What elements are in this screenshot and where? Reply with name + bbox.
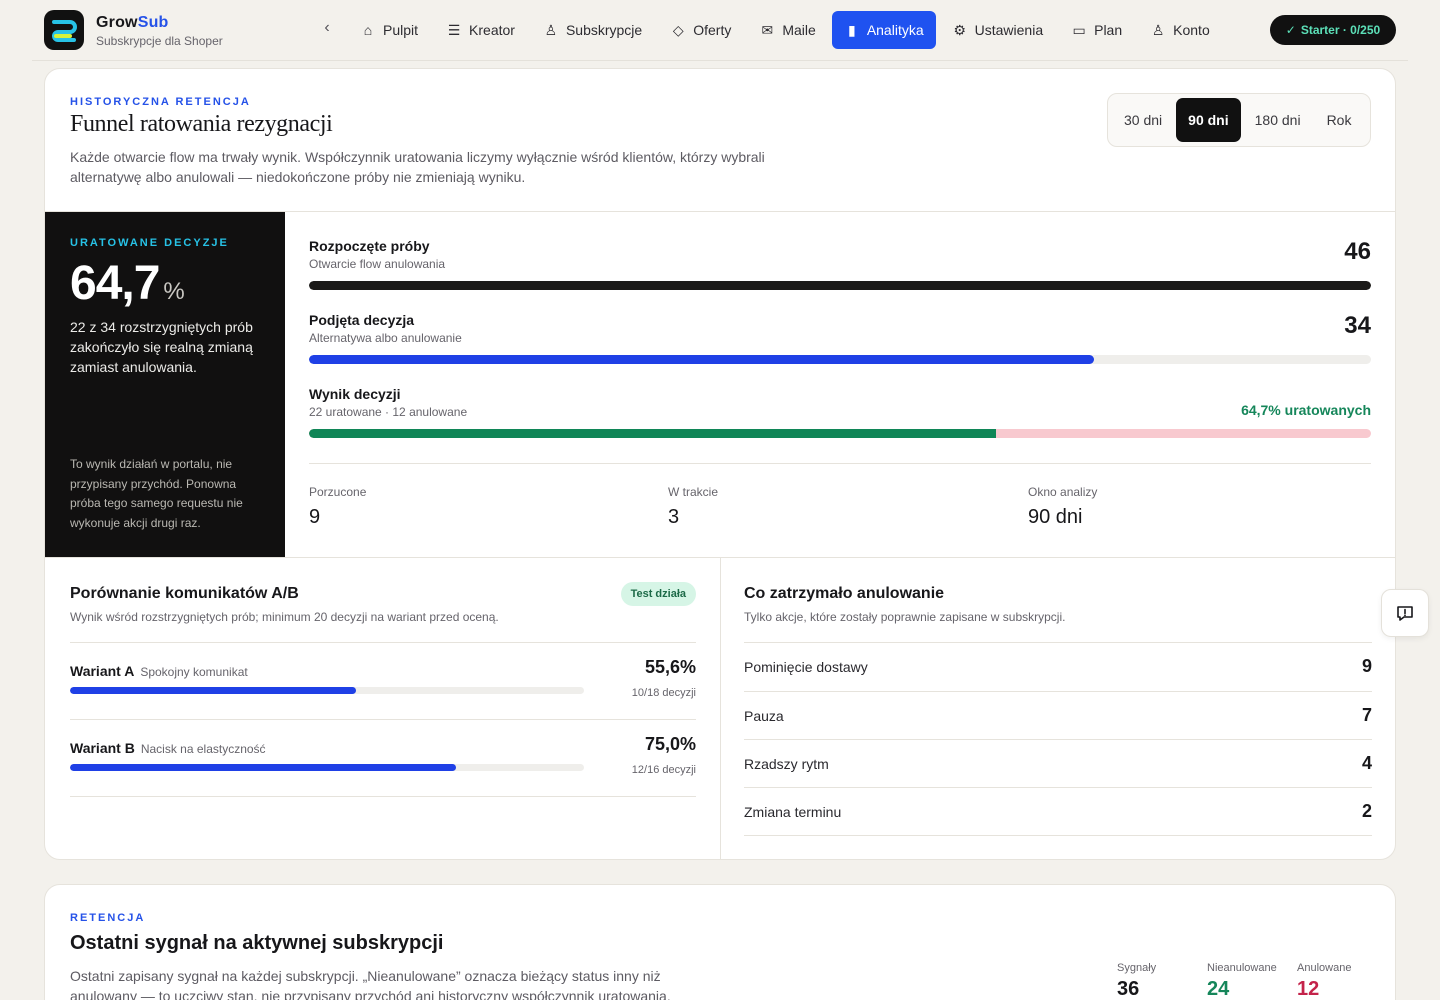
credit-card-icon: ▭	[1072, 21, 1086, 38]
stat-signals: Sygnały 36	[1117, 962, 1157, 1000]
saved-share: 64,7% uratowanych	[1241, 402, 1371, 418]
ab-title: Porównanie komunikatów A/B	[70, 585, 299, 602]
nav-divider	[32, 60, 1408, 61]
decided-count: 34	[1344, 312, 1371, 339]
message-alert-icon	[1397, 606, 1413, 621]
growsub-logo[interactable]	[44, 10, 84, 50]
nav-kreator[interactable]: ☰ Kreator	[434, 11, 527, 49]
stoppers-description: Tylko akcje, które zostały poprawnie zap…	[744, 610, 1066, 624]
collapse-chevron-icon[interactable]: ‹	[318, 18, 336, 40]
range-30-days[interactable]: 30 dni	[1112, 98, 1174, 142]
top-navigation: GrowSub Subskrypcje dla Shoper ‹ ⌂ Pulpit…	[0, 0, 1440, 61]
stoppers-title: Co zatrzymało anulowanie	[744, 585, 945, 602]
decided-bar	[309, 355, 1371, 364]
check-circle-icon: ✓	[1285, 23, 1296, 37]
funnel-step-result: Wynik decyzji 22 uratowane · 12 anulowan…	[309, 386, 1371, 446]
user-icon: ♙	[1151, 21, 1165, 38]
test-status-badge: Test działa	[620, 582, 696, 606]
divider	[70, 796, 696, 797]
funnel-step-started: Rozpoczęte próby Otwarcie flow anulowani…	[309, 238, 1371, 298]
nav-oferty[interactable]: ◇ Oferty	[658, 11, 743, 49]
range-90-days[interactable]: 90 dni	[1176, 98, 1241, 142]
bar-chart-icon: ▮	[847, 21, 856, 38]
nav-plan[interactable]: ▭ Plan	[1059, 11, 1134, 49]
started-count: 46	[1344, 238, 1371, 265]
variant-a-row[interactable]: Wariant A Spokojny komunikat 55,6% 10/18 …	[70, 643, 696, 719]
nav-subskrypcje[interactable]: ♙ Subskrypcje	[531, 11, 654, 49]
saved-rate: 64,7%	[70, 257, 185, 310]
stat-window: Okno analizy 90 dni	[1028, 485, 1098, 528]
stopper-row: Pominięcie dostawy 9	[744, 656, 1372, 676]
users-icon: ♙	[544, 21, 558, 38]
stopper-row: Pauza 7	[744, 705, 1372, 725]
stat-cancelled: Anulowane 12	[1297, 962, 1352, 1000]
nav-pulpit[interactable]: ⌂ Pulpit	[348, 11, 430, 49]
retention-eyebrow: RETENCJA	[70, 912, 146, 924]
funnel-steps: Rozpoczęte próby Otwarcie flow anulowani…	[285, 212, 1395, 557]
tag-icon: ◇	[672, 21, 684, 38]
mail-icon: ✉	[761, 21, 774, 38]
feedback-button[interactable]	[1381, 589, 1429, 637]
nav-konto[interactable]: ♙ Konto	[1138, 11, 1222, 49]
ab-description: Wynik wśród rozstrzygniętych prób; minim…	[70, 610, 499, 624]
ab-comparison: Porównanie komunikatów A/B Test działa W…	[70, 558, 696, 858]
range-180-days[interactable]: 180 dni	[1243, 98, 1313, 142]
nav-analityka[interactable]: ▮ Analityka	[831, 11, 936, 49]
gear-icon: ⚙	[953, 21, 966, 38]
main-nav: ⌂ Pulpit ☰ Kreator ♙ Subskrypcje ◇ Oferty ✉ M…	[348, 11, 1222, 49]
home-icon: ⌂	[363, 22, 373, 38]
rescue-funnel-card: HISTORYCZNA RETENCJA Funnel ratowania re…	[44, 68, 1396, 860]
brand-subtitle: Subskrypcje dla Shoper	[96, 34, 223, 48]
brand: GrowSub Subskrypcje dla Shoper	[96, 14, 223, 48]
funnel-step-decided: Podjęta decyzja Alternatywa albo anulowa…	[309, 312, 1371, 372]
stat-not-cancelled: Nieanulowane 24	[1207, 962, 1277, 1000]
variant-b-row[interactable]: Wariant B Nacisk na elastyczność 75,0% 12…	[70, 720, 696, 796]
range-year[interactable]: Rok	[1315, 98, 1364, 142]
started-bar	[309, 281, 1371, 290]
cancellation-stoppers: Co zatrzymało anulowanie Tylko akcje, kt…	[744, 558, 1372, 858]
funnel-eyebrow: HISTORYCZNA RETENCJA	[70, 96, 251, 108]
funnel-title: Funnel ratowania rezygnacji	[70, 111, 333, 137]
saved-decisions-panel: URATOWANE DECYZJE 64,7% 22 z 34 rozstrzy…	[45, 212, 285, 557]
saved-description: 22 z 34 rozstrzygniętych prób zakończyło…	[70, 319, 253, 375]
funnel-description: Każde otwarcie flow ma trwały wynik. Wsp…	[70, 149, 765, 185]
plan-badge[interactable]: ✓ Starter · 0/250	[1270, 15, 1396, 45]
result-split-bar	[309, 429, 1371, 438]
divider	[309, 463, 1371, 464]
variant-b-bar	[70, 764, 584, 771]
saved-eyebrow: URATOWANE DECYZJE	[70, 237, 229, 249]
stat-abandoned: Porzucone 9	[309, 485, 367, 528]
variant-a-bar	[70, 687, 584, 694]
stopper-row: Zmiana terminu 2	[744, 801, 1372, 821]
nav-ustawienia[interactable]: ⚙ Ustawienia	[940, 11, 1055, 49]
range-selector: 30 dni 90 dni 180 dni Rok	[1107, 93, 1371, 147]
nav-maile[interactable]: ✉ Maile	[747, 11, 827, 49]
stopper-row: Rzadszy rytm 4	[744, 753, 1372, 773]
brand-name: GrowSub	[96, 14, 169, 31]
retention-card: RETENCJA Ostatni sygnał na aktywnej subs…	[44, 884, 1396, 1000]
retention-title: Ostatni sygnał na aktywnej subskrypcji	[70, 932, 444, 954]
vertical-divider	[720, 558, 721, 859]
saved-note: To wynik działań w portalu, nie przypisa…	[70, 457, 243, 530]
retention-description: Ostatni zapisany sygnał na każdej subskr…	[70, 968, 671, 1000]
stat-in-progress: W trakcie 3	[668, 485, 719, 528]
list-checks-icon: ☰	[447, 21, 461, 38]
